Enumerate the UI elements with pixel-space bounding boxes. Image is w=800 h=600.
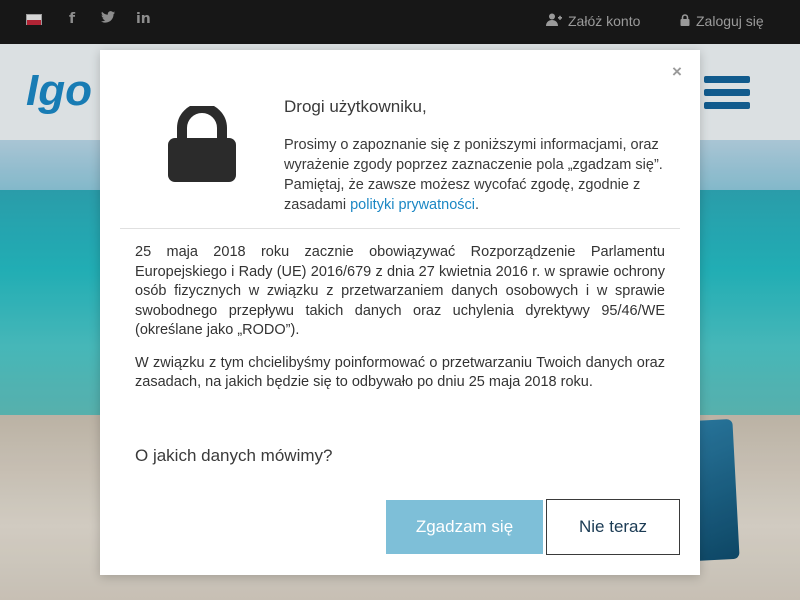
section-heading: O jakich danych mówimy? <box>135 446 333 465</box>
close-icon[interactable]: × <box>672 62 682 82</box>
consent-modal: × Drogi użytkowniku, Prosimy o zapoznani… <box>100 50 700 575</box>
agree-button[interactable]: Zgadzam się <box>386 500 543 554</box>
modal-body: 25 maja 2018 roku zacznie obowiązywać Ro… <box>135 243 665 393</box>
modal-greeting: Drogi użytkowniku, <box>284 97 427 116</box>
lock-icon <box>168 103 236 182</box>
modal-intro: Prosimy o zapoznanie się z poniższymi in… <box>284 135 664 215</box>
privacy-policy-link[interactable]: polityki prywatności <box>350 197 475 213</box>
rodo-paragraph: 25 maja 2018 roku zacznie obowiązywać Ro… <box>135 244 665 338</box>
not-now-button[interactable]: Nie teraz <box>546 499 680 555</box>
intro-end: . <box>475 197 480 213</box>
modal-divider <box>120 228 680 229</box>
processing-paragraph: W związku z tym chcielibyśmy poinformowa… <box>135 354 665 391</box>
